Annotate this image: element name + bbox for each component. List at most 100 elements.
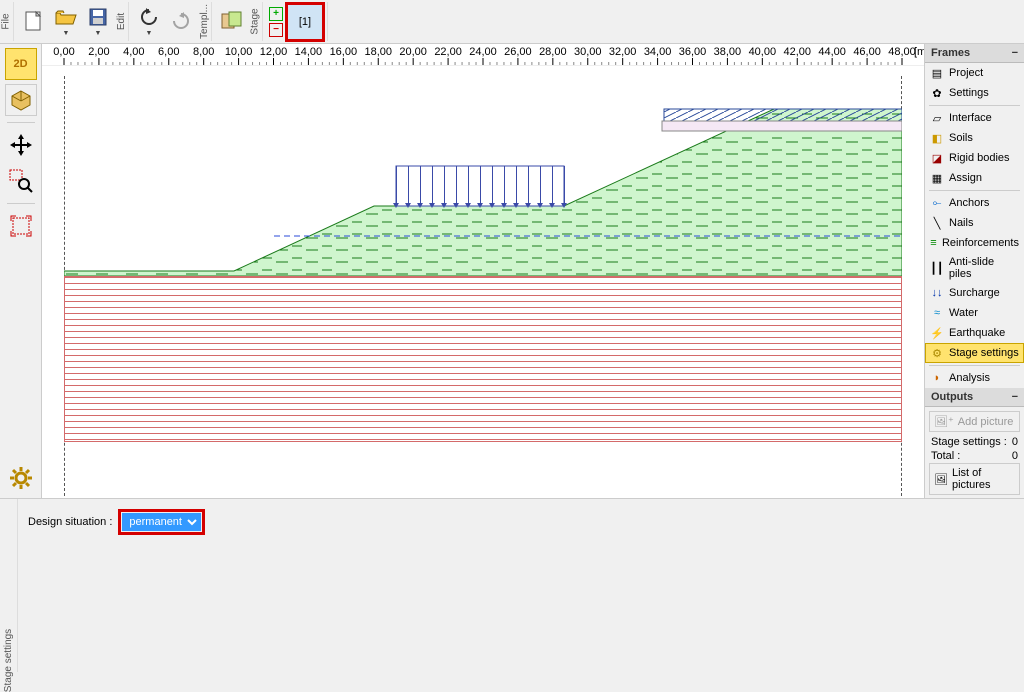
edit-group-label: Edit bbox=[115, 2, 129, 41]
svg-text:[m]: [m] bbox=[914, 46, 924, 58]
frame-item-interface[interactable]: ▱Interface bbox=[925, 108, 1024, 128]
svg-text:24,00: 24,00 bbox=[469, 46, 497, 58]
svg-text:2,00: 2,00 bbox=[88, 46, 109, 58]
view-2d-button[interactable]: 2D bbox=[5, 48, 37, 80]
view-3d-button[interactable] bbox=[5, 84, 37, 116]
svg-text:16,00: 16,00 bbox=[330, 46, 358, 58]
template-group-label: Templ... bbox=[198, 2, 212, 41]
frames-panel-header: Frames − bbox=[925, 44, 1024, 63]
right-panel: Frames − ▤Project ✿Settings ▱Interface ◧… bbox=[924, 44, 1024, 498]
new-file-button[interactable] bbox=[18, 2, 50, 40]
frames-list: ▤Project ✿Settings ▱Interface ◧Soils ◪Ri… bbox=[925, 63, 1024, 388]
frame-item-stage-settings[interactable]: ⚙Stage settings bbox=[925, 343, 1024, 363]
design-situation-select[interactable]: permanent bbox=[122, 513, 201, 531]
save-file-button[interactable]: ▼ bbox=[82, 2, 114, 40]
reinforcements-icon: ≡ bbox=[930, 236, 937, 250]
soil-layer-bottom bbox=[64, 276, 902, 442]
outputs-minimize-button[interactable]: − bbox=[1012, 391, 1018, 403]
rigid-bodies-icon: ◪ bbox=[930, 151, 944, 165]
fit-view-button[interactable] bbox=[5, 210, 37, 242]
redo-button[interactable] bbox=[165, 2, 197, 40]
stage-add-remove: + − bbox=[267, 2, 285, 41]
stage-settings-icon: ⚙ bbox=[930, 346, 944, 360]
pan-button[interactable] bbox=[5, 129, 37, 161]
svg-text:10,00: 10,00 bbox=[225, 46, 253, 58]
piles-icon: ┃┃ bbox=[930, 261, 944, 275]
stage-tab-1[interactable]: [1] bbox=[287, 4, 323, 40]
view-settings-button[interactable] bbox=[5, 462, 37, 494]
assign-icon: ▦ bbox=[930, 171, 944, 185]
undo-icon bbox=[137, 5, 161, 29]
horizontal-ruler: 0,002,004,006,008,0010,0012,0014,0016,00… bbox=[42, 44, 924, 66]
left-toolbar: 2D bbox=[0, 44, 42, 498]
redo-icon bbox=[169, 9, 193, 33]
svg-text:38,00: 38,00 bbox=[714, 46, 742, 58]
open-folder-icon bbox=[54, 5, 78, 29]
frame-item-rigid-bodies[interactable]: ◪Rigid bodies bbox=[925, 148, 1024, 168]
water-icon: ≈ bbox=[930, 306, 944, 320]
svg-text:6,00: 6,00 bbox=[158, 46, 179, 58]
list-icon: 🖼 bbox=[934, 473, 948, 486]
svg-text:28,00: 28,00 bbox=[539, 46, 567, 58]
stage-group-label: Stage bbox=[249, 2, 263, 41]
dropdown-arrow-icon: ▼ bbox=[63, 30, 70, 37]
nails-icon: ╲ bbox=[930, 216, 944, 230]
bottom-panel: Stage settings Design situation : perman… bbox=[0, 498, 1024, 672]
template-group: Templ... bbox=[200, 2, 251, 41]
svg-text:46,00: 46,00 bbox=[853, 46, 881, 58]
outputs-panel-header: Outputs − bbox=[925, 388, 1024, 407]
save-disk-icon bbox=[86, 5, 110, 29]
svg-text:18,00: 18,00 bbox=[364, 46, 392, 58]
drawing-canvas[interactable] bbox=[42, 66, 924, 498]
svg-text:30,00: 30,00 bbox=[574, 46, 602, 58]
analysis-icon: ◗ bbox=[930, 371, 944, 385]
stage-remove-button[interactable]: − bbox=[269, 23, 283, 37]
main-area: 2D 0,002,004,006,008,0010,0012,0014,0016… bbox=[0, 44, 1024, 498]
zoom-window-button[interactable] bbox=[5, 165, 37, 197]
frame-item-analysis[interactable]: ◗Analysis bbox=[925, 368, 1024, 388]
gear-icon: ✿ bbox=[930, 86, 944, 100]
svg-text:36,00: 36,00 bbox=[679, 46, 707, 58]
svg-text:8,00: 8,00 bbox=[193, 46, 214, 58]
interface-icon: ▱ bbox=[930, 111, 944, 125]
stage-group: Stage + − [1] bbox=[251, 2, 328, 41]
soils-icon: ◧ bbox=[930, 131, 944, 145]
new-file-icon bbox=[22, 9, 46, 33]
frame-item-project[interactable]: ▤Project bbox=[925, 63, 1024, 83]
template-button[interactable] bbox=[216, 2, 248, 40]
file-group-label: File bbox=[0, 2, 14, 41]
frame-item-anti-slide-piles[interactable]: ┃┃Anti-slide piles bbox=[925, 253, 1024, 283]
edit-group: Edit ▼ bbox=[117, 2, 200, 41]
open-file-button[interactable]: ▼ bbox=[50, 2, 82, 40]
canvas-area: 0,002,004,006,008,0010,0012,0014,0016,00… bbox=[42, 44, 924, 498]
frame-item-nails[interactable]: ╲Nails bbox=[925, 213, 1024, 233]
add-picture-button[interactable]: 🖼⁺Add picture bbox=[929, 411, 1020, 432]
frame-item-reinforcements[interactable]: ≡Reinforcements bbox=[925, 233, 1024, 253]
frame-item-earthquake[interactable]: ⚡Earthquake bbox=[925, 323, 1024, 343]
frames-minimize-button[interactable]: − bbox=[1012, 47, 1018, 59]
svg-text:14,00: 14,00 bbox=[295, 46, 323, 58]
svg-text:20,00: 20,00 bbox=[399, 46, 427, 58]
frame-item-assign[interactable]: ▦Assign bbox=[925, 168, 1024, 188]
dropdown-arrow-icon: ▼ bbox=[95, 30, 102, 37]
svg-text:44,00: 44,00 bbox=[818, 46, 846, 58]
undo-button[interactable]: ▼ bbox=[133, 2, 165, 40]
top-toolbar: File ▼ ▼ Edit ▼ Templ... Stage + bbox=[0, 0, 1024, 44]
frame-item-anchors[interactable]: ⟜Anchors bbox=[925, 193, 1024, 213]
frame-item-water[interactable]: ≈Water bbox=[925, 303, 1024, 323]
list-pictures-button[interactable]: 🖼List of pictures bbox=[929, 463, 1020, 495]
surcharge-icon: ↓↓ bbox=[930, 286, 944, 300]
stage-add-button[interactable]: + bbox=[269, 7, 283, 21]
frame-item-soils[interactable]: ◧Soils bbox=[925, 128, 1024, 148]
svg-text:32,00: 32,00 bbox=[609, 46, 637, 58]
svg-text:4,00: 4,00 bbox=[123, 46, 144, 58]
template-icon bbox=[220, 9, 244, 33]
frame-item-surcharge[interactable]: ↓↓Surcharge bbox=[925, 283, 1024, 303]
file-group: File ▼ ▼ bbox=[2, 2, 117, 41]
svg-text:22,00: 22,00 bbox=[434, 46, 462, 58]
svg-text:0,00: 0,00 bbox=[53, 46, 74, 58]
svg-text:42,00: 42,00 bbox=[783, 46, 811, 58]
design-situation-label: Design situation : bbox=[28, 516, 112, 528]
svg-text:48,00: 48,00 bbox=[888, 46, 916, 58]
frame-item-settings[interactable]: ✿Settings bbox=[925, 83, 1024, 103]
